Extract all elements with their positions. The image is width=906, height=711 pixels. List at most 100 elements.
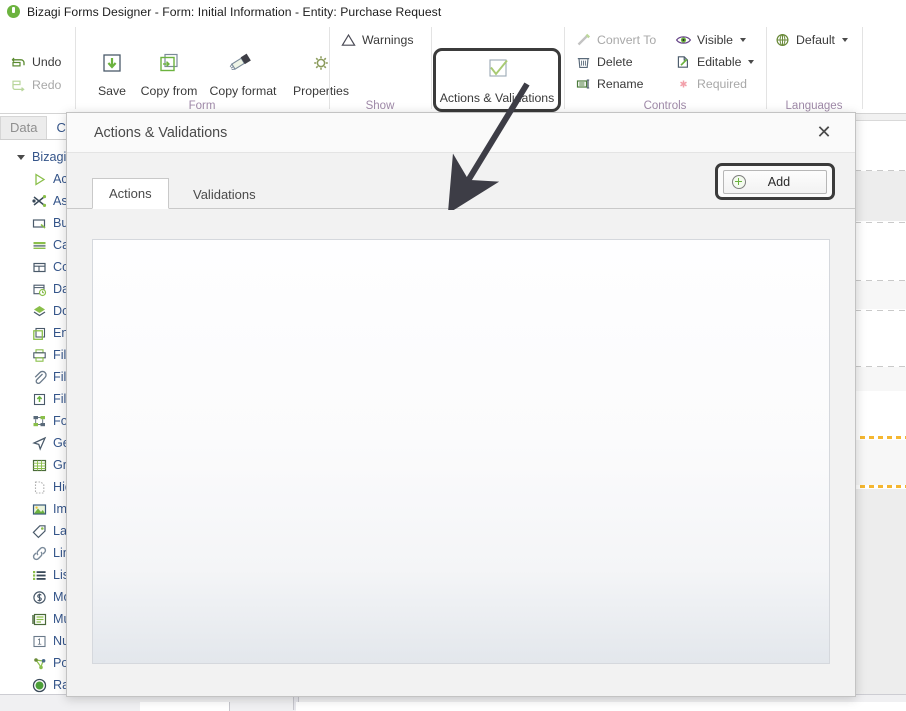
redo-button[interactable]: Redo (10, 75, 61, 95)
undo-button[interactable]: Undo (10, 52, 61, 72)
status-segment (296, 702, 906, 711)
language-default-button[interactable]: Default (774, 30, 848, 50)
ribbon-group-label-languages: Languages (785, 100, 843, 112)
tab-validations[interactable]: Validations (177, 180, 272, 209)
ribbon-group-show: Warnings Show (330, 23, 430, 114)
ribbon-toolbar: Undo Redo Save Copy from Copy format Pro… (0, 23, 906, 114)
file-attach-icon (31, 369, 47, 385)
language-default-label: Default (796, 33, 835, 47)
ribbon-group-languages: Default Languages (767, 23, 861, 114)
grid-icon (31, 457, 47, 473)
redo-label: Redo (32, 78, 62, 92)
copy-format-label: Copy format (209, 84, 277, 98)
required-button[interactable]: Required (675, 74, 747, 94)
actions-validations-dialog: Actions & Validations ✕ Actions Validati… (66, 112, 856, 697)
assign-icon (31, 193, 47, 209)
dialog-title: Actions & Validations (94, 124, 228, 141)
copy-from-icon (155, 49, 183, 81)
tab-data[interactable]: Data (0, 116, 48, 139)
chevron-down-icon[interactable] (17, 154, 25, 160)
actions-validations-ribbon-button[interactable]: Actions & Validations (433, 48, 561, 112)
polygon-icon (31, 655, 47, 671)
rename-label: Rename (597, 77, 644, 91)
application-window: Bizagi Forms Designer - Form: Initial In… (0, 0, 906, 711)
copy-format-button[interactable]: Copy format (203, 49, 283, 98)
redo-icon (10, 77, 27, 93)
convert-to-icon (575, 32, 592, 48)
list-icon (31, 567, 47, 583)
collection-icon (31, 259, 47, 275)
number-icon: 1 (31, 633, 47, 649)
file-upload-icon (31, 391, 47, 407)
delete-label: Delete (597, 55, 633, 69)
entity-icon (31, 325, 47, 341)
copy-from-label: Copy from (140, 84, 198, 98)
document-icon (31, 303, 47, 319)
window-title: Bizagi Forms Designer - Form: Initial In… (27, 4, 442, 19)
ribbon-group-controls: Convert To Delete Rename Visible Editabl… (565, 23, 765, 114)
trash-icon (575, 54, 592, 70)
radio-icon (31, 677, 47, 693)
button-icon (31, 215, 47, 231)
tree-root-label: Bizagi (32, 150, 67, 164)
copy-from-button[interactable]: Copy from (134, 49, 204, 98)
undo-label: Undo (32, 55, 62, 69)
form-icon (31, 413, 47, 429)
date-icon (31, 281, 47, 297)
warning-triangle-icon (340, 32, 357, 48)
copy-format-icon (228, 49, 258, 81)
card-icon (31, 237, 47, 253)
file-print-icon (31, 347, 47, 363)
delete-button[interactable]: Delete (575, 52, 633, 72)
add-button[interactable]: Add (723, 169, 827, 194)
hidden-icon (31, 479, 47, 495)
close-icon[interactable]: ✕ (813, 122, 835, 144)
ribbon-divider (862, 27, 863, 109)
convert-to-button[interactable]: Convert To (575, 30, 656, 50)
save-icon (98, 49, 126, 81)
dialog-body: Actions Validations Add (67, 153, 855, 696)
save-label: Save (97, 84, 127, 98)
money-icon (31, 589, 47, 605)
multiline-icon (31, 611, 47, 627)
warnings-label: Warnings (362, 33, 414, 47)
title-bar: Bizagi Forms Designer - Form: Initial In… (0, 0, 906, 23)
add-button-highlight: Add (715, 163, 835, 200)
editable-button[interactable]: Editable (675, 52, 755, 72)
chevron-down-icon[interactable] (748, 60, 755, 64)
globe-icon (774, 32, 791, 48)
rename-icon (575, 76, 592, 92)
image-icon (31, 501, 47, 517)
actions-list-area[interactable] (92, 239, 830, 664)
label-tag-icon (31, 523, 47, 539)
undo-icon (10, 54, 27, 70)
ribbon-group-label-form: Form (188, 100, 216, 112)
visible-button[interactable]: Visible (675, 30, 747, 50)
status-segment (140, 702, 230, 711)
required-label: Required (697, 77, 747, 91)
rename-button[interactable]: Rename (575, 74, 643, 94)
dialog-header: Actions & Validations ✕ (67, 113, 855, 153)
ribbon-group-label-controls: Controls (643, 100, 687, 112)
chevron-down-icon[interactable] (740, 38, 747, 42)
link-icon (31, 545, 47, 561)
asterisk-icon (675, 76, 692, 92)
svg-text:1: 1 (37, 637, 42, 646)
visible-label: Visible (697, 33, 734, 47)
ribbon-group-label-show: Show (365, 100, 395, 112)
plus-circle-icon (732, 174, 746, 189)
convert-to-label: Convert To (597, 33, 657, 47)
geolocation-icon (31, 435, 47, 451)
chevron-down-icon[interactable] (841, 38, 848, 42)
eye-icon (675, 32, 692, 48)
edit-page-icon (675, 54, 692, 70)
editable-label: Editable (697, 55, 742, 69)
checkmark-box-icon (482, 56, 512, 89)
action-play-icon (31, 171, 47, 187)
bizagi-logo-icon (7, 5, 20, 18)
tab-actions[interactable]: Actions (92, 178, 169, 209)
ribbon-group-form: Save Copy from Copy format Properties Fo… (76, 23, 349, 114)
add-button-label: Add (767, 174, 791, 189)
actions-validations-label: Actions & Validations (439, 90, 555, 105)
warnings-button[interactable]: Warnings (340, 30, 413, 50)
